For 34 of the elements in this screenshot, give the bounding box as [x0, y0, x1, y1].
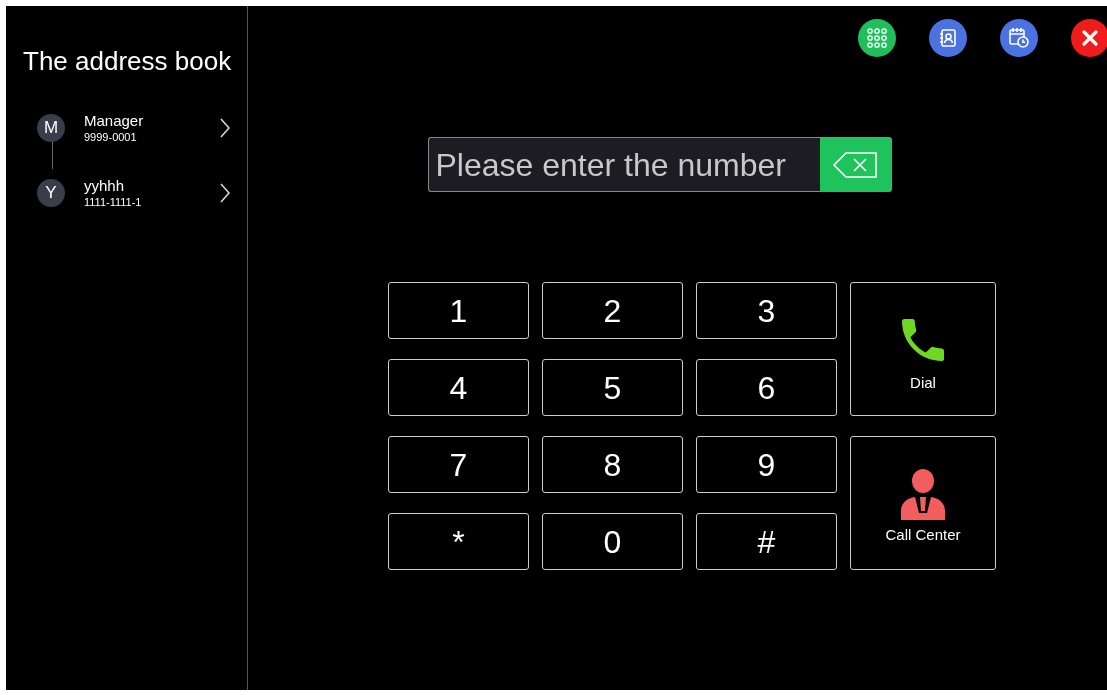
sidebar-title: The address book	[23, 45, 233, 78]
close-icon	[1081, 29, 1099, 47]
dial-button[interactable]: Dial	[850, 282, 996, 416]
contact-number: 1111-1111-1	[84, 194, 143, 209]
contact-name: yyhhh	[84, 176, 126, 195]
keypad-key[interactable]: 2	[542, 282, 683, 339]
toolbar-button[interactable]	[1000, 19, 1038, 57]
contact-avatar: Y	[37, 178, 65, 207]
contact-item[interactable]: M Manager 9999-0001	[6, 95, 247, 160]
person-icon	[899, 467, 947, 520]
chevron-right-icon	[219, 181, 231, 204]
keypad-key[interactable]: 1	[388, 282, 529, 339]
calendar-clock-icon	[1008, 27, 1030, 49]
contact-item[interactable]: Y yyhhh 1111-1111-1	[6, 160, 247, 225]
address-book-icon	[938, 28, 958, 48]
keypad-key[interactable]: 5	[542, 359, 683, 416]
keypad-key[interactable]: 3	[696, 282, 837, 339]
contact-number: 9999-0001	[84, 129, 138, 144]
call-center-button[interactable]: Call Center	[850, 436, 996, 570]
contact-name: Manager	[84, 111, 145, 130]
keypad-key[interactable]: #	[696, 513, 837, 570]
keypad-icon	[867, 28, 887, 48]
keypad-key[interactable]: 8	[542, 436, 683, 493]
keypad-key[interactable]: 9	[696, 436, 837, 493]
contact-avatar: M	[37, 113, 65, 142]
chevron-right-icon	[219, 116, 231, 139]
keypad-key[interactable]: 0	[542, 513, 683, 570]
toolbar-button[interactable]	[929, 19, 967, 57]
toolbar-button[interactable]	[858, 19, 896, 57]
close-button[interactable]	[1071, 19, 1107, 57]
keypad-key[interactable]: 6	[696, 359, 837, 416]
keypad-key[interactable]: *	[388, 513, 529, 570]
keypad-key[interactable]: 7	[388, 436, 529, 493]
keypad-key[interactable]: 4	[388, 359, 529, 416]
